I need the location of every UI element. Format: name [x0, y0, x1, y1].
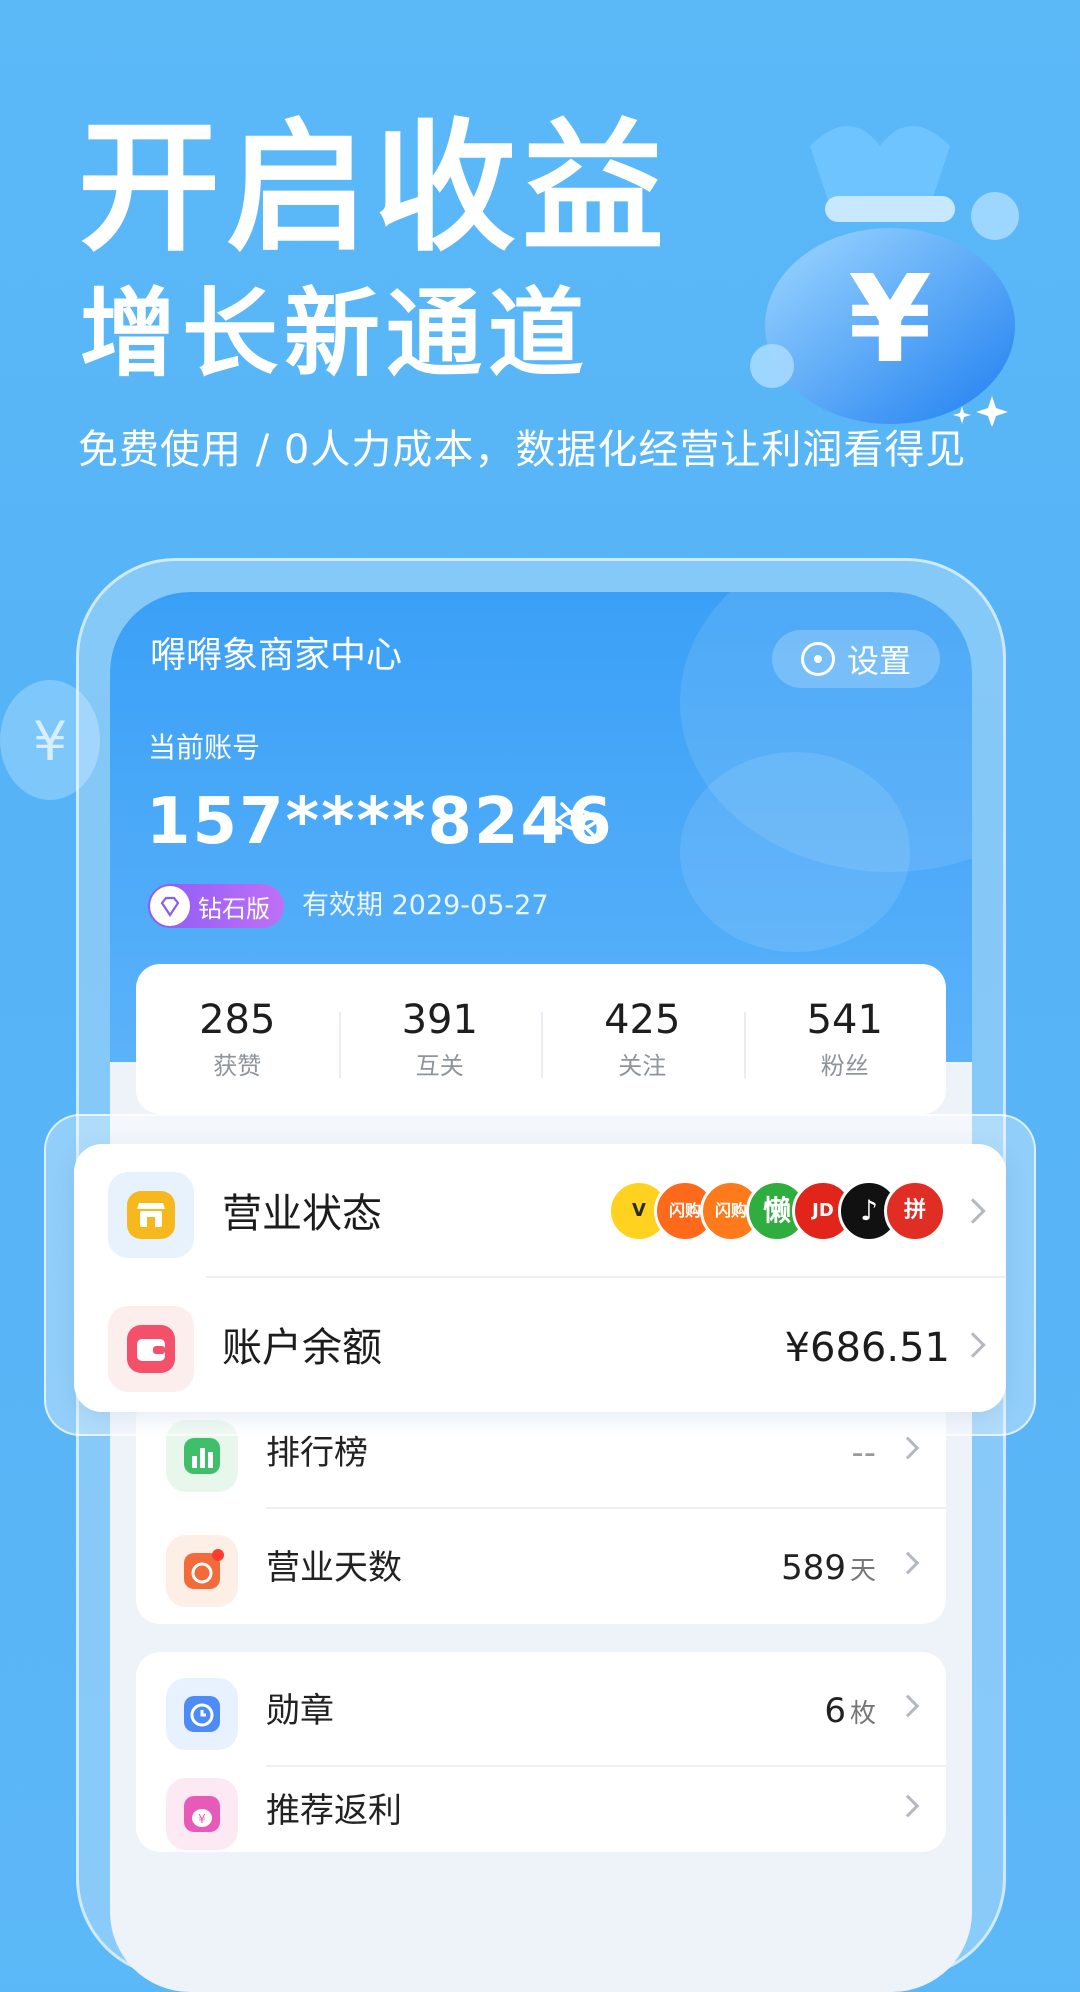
medal-value: 6枚	[824, 1691, 876, 1731]
stats-card: 285 获赞 391 互关 425 关注 541 粉丝	[136, 964, 946, 1114]
platform-icons: V 闪购 闪购 懒 JD ♪ 拼	[608, 1180, 946, 1242]
account-number: 157****8246	[146, 785, 614, 859]
stat-value: 391	[401, 997, 478, 1043]
vip-badge: 钻石版	[148, 884, 284, 928]
medal-badge-icon	[166, 1535, 238, 1607]
business-status-label: 营业状态	[222, 1191, 382, 1237]
diamond-icon	[150, 886, 190, 926]
alarm-clock-icon	[166, 1678, 238, 1750]
account-balance-value: ¥686.51	[784, 1325, 950, 1371]
rewards-card: 勋章 6枚 ¥ 推荐返利	[136, 1652, 946, 1852]
vip-label: 钻石版	[198, 894, 270, 923]
rebate-row[interactable]: ¥ 推荐返利	[136, 1752, 946, 1867]
hero-subtitle: 增长新通道	[80, 278, 590, 390]
svg-text:¥: ¥	[198, 1812, 206, 1826]
chevron-right-icon	[896, 1794, 920, 1818]
highlight-panel: 营业状态 V 闪购 闪购 懒 JD ♪ 拼 账户余额 ¥686.51	[74, 1144, 1006, 1412]
stat-label: 获赞	[213, 1052, 262, 1080]
stat-value: 541	[806, 997, 883, 1043]
ranking-label: 排行榜	[266, 1433, 368, 1473]
wallet-icon	[108, 1306, 194, 1392]
expiry-date: 有效期 2029-05-27	[302, 890, 549, 921]
stat-value: 425	[604, 997, 681, 1043]
pinduoduo-icon: 拼	[884, 1180, 946, 1242]
chevron-right-icon	[896, 1551, 920, 1575]
store-icon	[108, 1172, 194, 1258]
settings-button[interactable]: 设置	[772, 630, 940, 688]
business-days-label: 营业天数	[266, 1548, 402, 1588]
business-days-row[interactable]: 营业天数 589 天	[136, 1509, 946, 1624]
app-title: 嘚嘚象商家中心	[150, 635, 403, 676]
settings-label: 设置	[846, 642, 911, 680]
medal-row[interactable]: 勋章 6枚	[136, 1652, 946, 1767]
account-balance-row[interactable]: 账户余额 ¥686.51	[74, 1278, 1006, 1412]
svg-text:¥: ¥	[33, 710, 67, 773]
account-balance-label: 账户余额	[222, 1325, 382, 1371]
settings-icon	[800, 642, 835, 676]
stat-value: 285	[199, 997, 276, 1043]
business-days-value: 589 天	[781, 1548, 876, 1588]
stat-following[interactable]: 425 关注	[541, 1000, 744, 1078]
eye-hidden-icon[interactable]	[554, 796, 602, 844]
hero-title: 开启收益	[78, 106, 670, 271]
hero-tagline: 免费使用 / 0人力成本，数据化经营让利润看得见	[78, 427, 967, 473]
stat-label: 互关	[415, 1052, 464, 1080]
money-bag-icon: ¥	[750, 126, 1019, 426]
chevron-right-icon	[896, 1694, 920, 1718]
chevron-right-icon	[960, 1198, 986, 1224]
stat-label: 粉丝	[820, 1052, 869, 1080]
stat-mutual[interactable]: 391 互关	[338, 997, 542, 1080]
chevron-right-icon	[960, 1332, 986, 1358]
stat-fans[interactable]: 541 粉丝	[743, 997, 947, 1080]
rebate-label: 推荐返利	[266, 1791, 402, 1831]
money-bag-small-icon: ¥	[166, 1778, 238, 1850]
business-status-row[interactable]: 营业状态 V 闪购 闪购 懒 JD ♪ 拼	[74, 1144, 1006, 1278]
stat-likes[interactable]: 285 获赞	[136, 1000, 339, 1078]
chevron-right-icon	[896, 1436, 920, 1460]
ranking-value: --	[851, 1433, 876, 1473]
stat-label: 关注	[618, 1052, 667, 1080]
svg-text:¥: ¥	[848, 251, 932, 390]
account-label: 当前账号	[148, 731, 261, 764]
medal-label: 勋章	[266, 1691, 334, 1731]
